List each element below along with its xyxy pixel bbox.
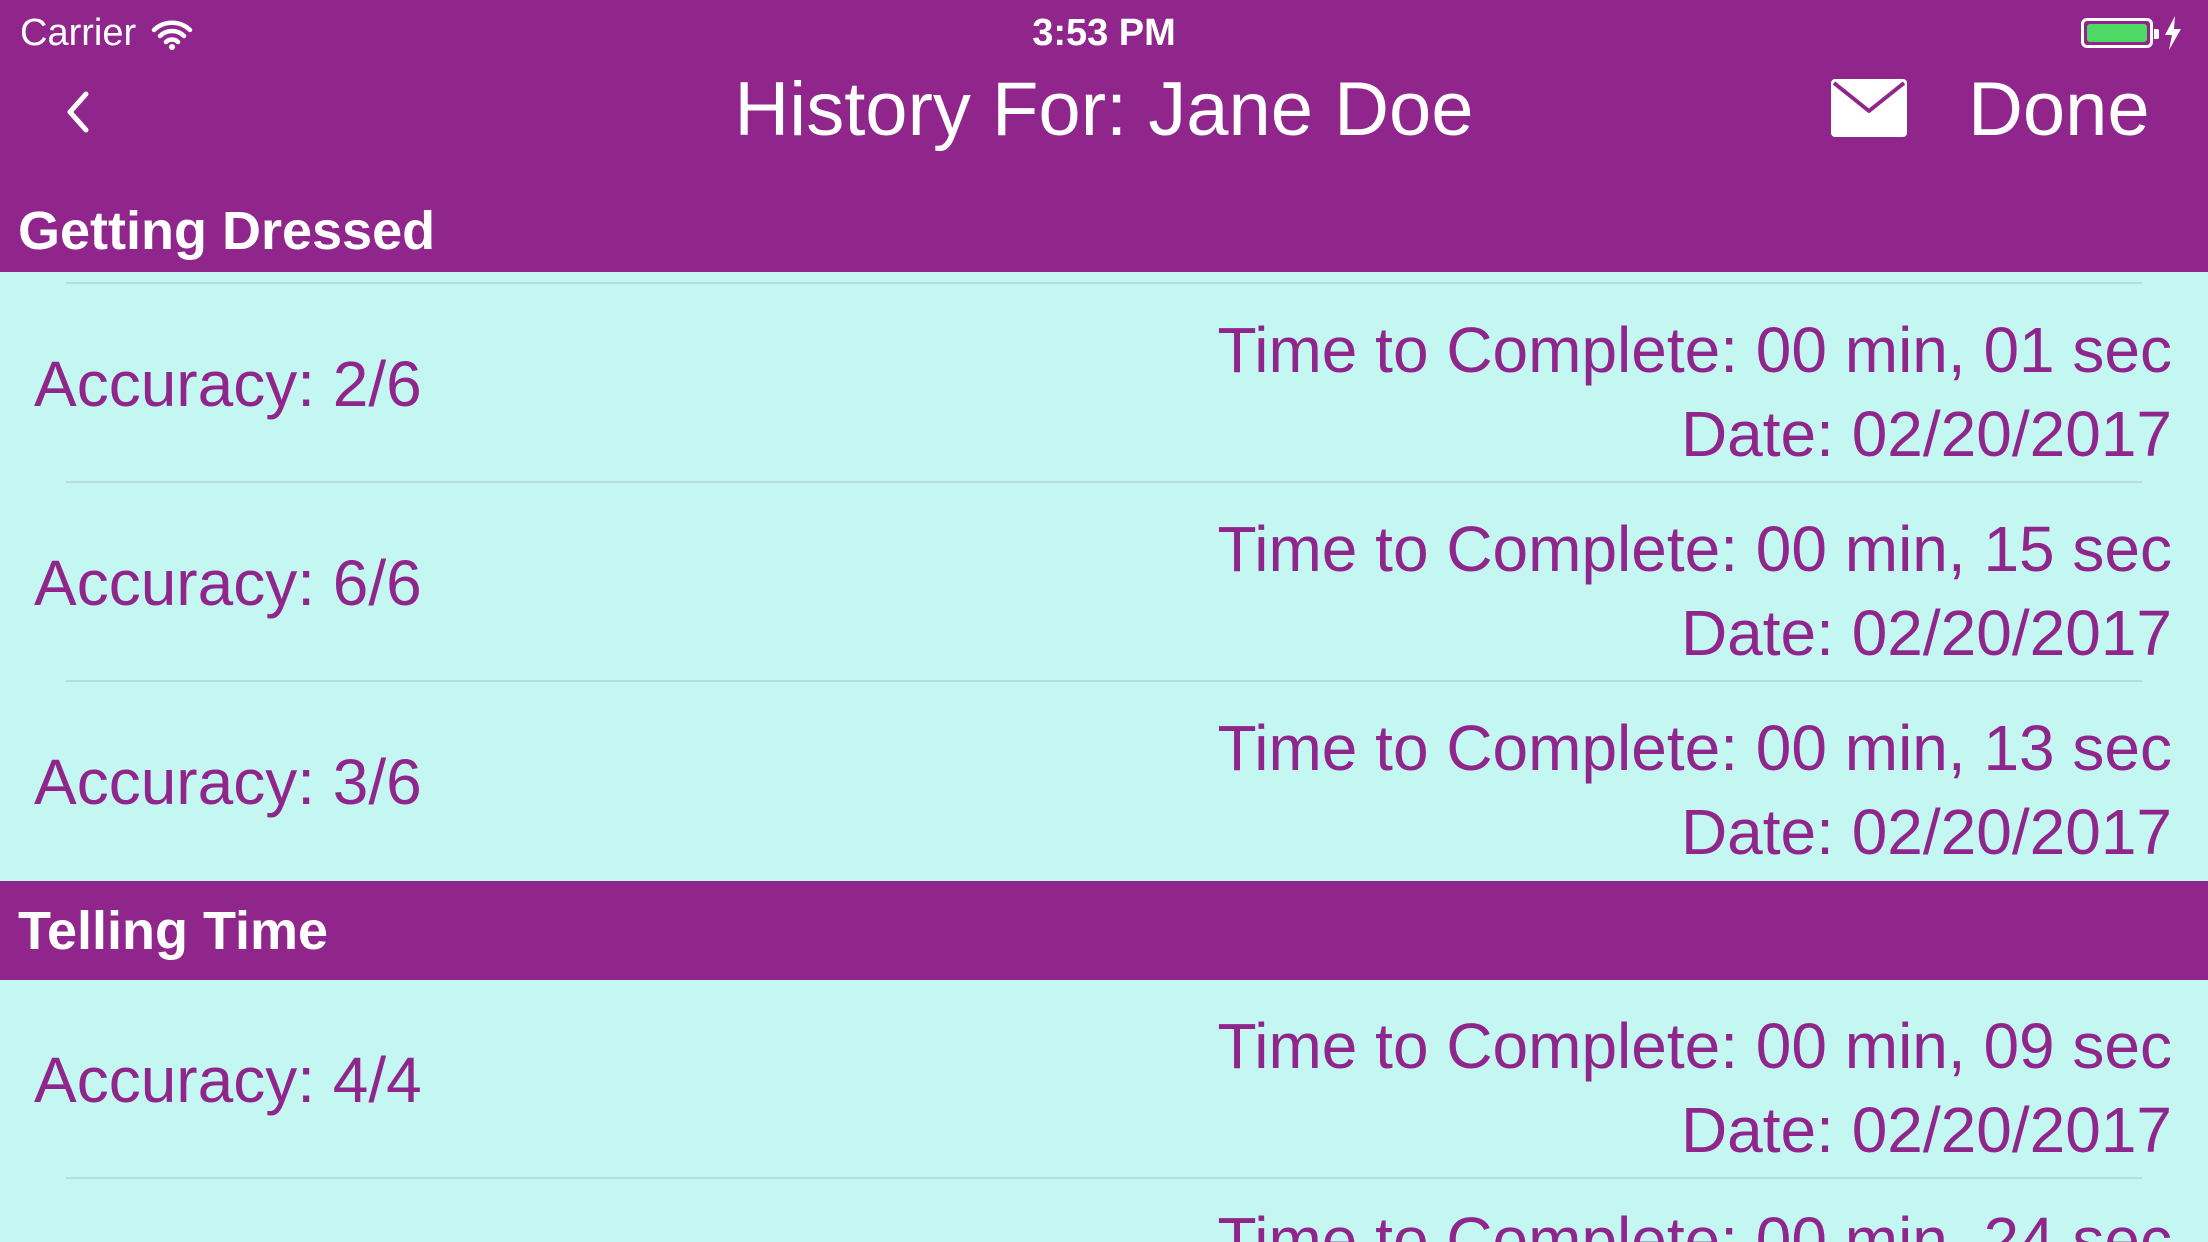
status-time: 3:53 PM (1032, 12, 1176, 54)
section-header-telling-time: Telling Time (0, 881, 2208, 980)
list-item[interactable]: Time to Complete: 00 min, 24 sec (0, 1180, 2208, 1242)
list-item[interactable]: Accuracy: 2/6 Time to Complete: 00 min, … (0, 284, 2208, 483)
accuracy-label: Accuracy: 3/6 (34, 745, 422, 818)
list-item[interactable]: Accuracy: 6/6 Time to Complete: 00 min, … (0, 483, 2208, 682)
section-title: Getting Dressed (18, 201, 436, 261)
battery-indicator (2081, 16, 2183, 50)
date-label: Date: 02/20/2017 (1680, 597, 2172, 669)
date-label: Date: 02/20/2017 (1680, 796, 2172, 868)
section-header-getting-dressed: Getting Dressed (0, 190, 2208, 272)
time-to-complete: Time to Complete: 00 min, 01 sec (1217, 314, 2172, 386)
time-to-complete: Time to Complete: 00 min, 13 sec (1217, 712, 2172, 784)
accuracy-label: Accuracy: 4/4 (34, 1043, 422, 1116)
date-label: Date: 02/20/2017 (1680, 1094, 2172, 1166)
battery-level (2087, 24, 2147, 42)
list-item[interactable]: Accuracy: 3/6 Time to Complete: 00 min, … (0, 682, 2208, 881)
mail-icon (1831, 79, 1907, 137)
charging-bolt-icon (2165, 16, 2181, 50)
battery-icon (2081, 18, 2159, 48)
navigation-bar: Carrier 3:53 PM History For: Jane Doe Do… (0, 0, 2208, 190)
time-to-complete: Time to Complete: 00 min, 24 sec (1217, 1204, 2172, 1242)
date-label: Date: 02/20/2017 (1680, 398, 2172, 470)
accuracy-label: Accuracy: 6/6 (34, 546, 422, 619)
email-button[interactable] (1830, 78, 1908, 138)
section-title: Telling Time (18, 900, 329, 961)
time-to-complete: Time to Complete: 00 min, 09 sec (1217, 1010, 2172, 1082)
list-item[interactable]: Accuracy: 4/4 Time to Complete: 00 min, … (0, 980, 2208, 1179)
time-to-complete: Time to Complete: 00 min, 15 sec (1217, 513, 2172, 585)
done-button[interactable]: Done (1968, 60, 2150, 160)
row-divider (66, 1177, 2142, 1179)
accuracy-label: Accuracy: 2/6 (34, 347, 422, 420)
